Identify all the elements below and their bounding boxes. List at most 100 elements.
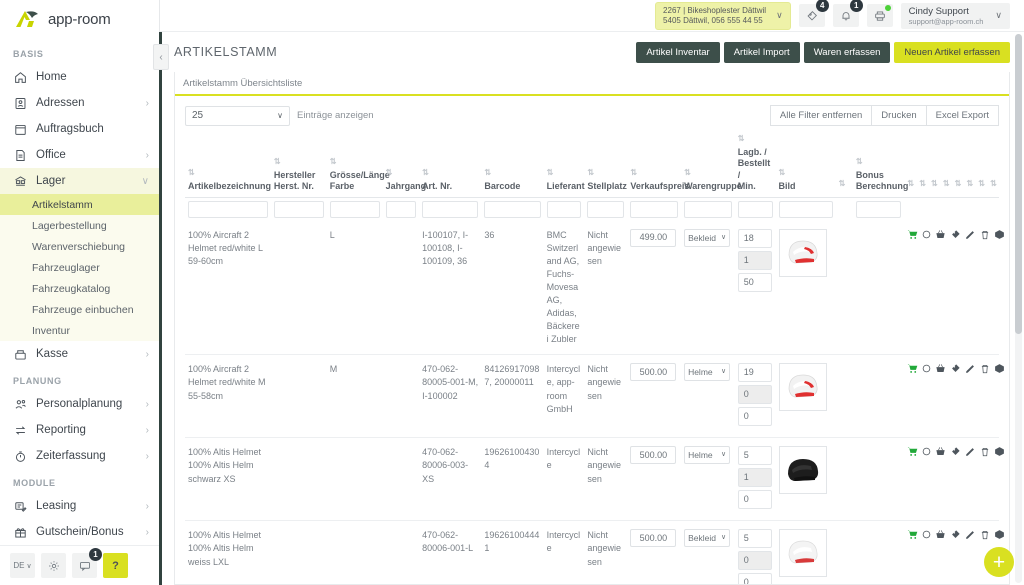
cell-lagerbestand[interactable]: 5 0 0 [735,521,776,584]
sort-icon[interactable]: ⇅ [779,168,833,178]
sidebar-item-reporting[interactable]: Reporting › [0,417,159,443]
filter-input-stellplatz[interactable] [587,201,624,218]
sort-icon[interactable]: ⇅ [630,168,678,178]
cell-verkaufspreis[interactable]: 500.00 [627,355,681,438]
cell-verkaufspreis[interactable]: 500.00 [627,438,681,521]
col-stellplatz[interactable]: ⇅ Stellplatz [584,134,627,198]
edit-pencil-icon[interactable] [965,229,976,240]
edit-pencil-icon[interactable] [965,363,976,374]
filter-cell-bild[interactable] [776,198,836,222]
sort-icon[interactable]: ⇅ [684,168,732,178]
cell-warengruppe[interactable]: Helme ∨ [681,438,735,521]
table-scroll-area[interactable]: ⇅ Artikelbezeichnung ⇅ Hersteller Herst.… [175,134,1009,584]
table-row[interactable]: 100% Altis Helmet 100% Altis Helm schwar… [185,438,999,521]
filter-input-verkaufspreis[interactable] [630,201,678,218]
delete-trash-icon[interactable] [980,230,990,240]
cell-bild[interactable] [776,438,836,521]
lagerbestand-value[interactable]: 5 [738,529,772,548]
sidebar-item-warenverschiebung[interactable]: Warenverschiebung [0,236,159,257]
sidebar-item-lager[interactable]: Lager ∨ [0,168,159,194]
col-bild[interactable]: ⇅ Bild [776,134,836,198]
artikel-inventar-button[interactable]: Artikel Inventar [636,42,719,63]
cell-bild[interactable] [776,221,836,355]
sidebar-item-fahrzeuglager[interactable]: Fahrzeuglager [0,257,159,278]
notifications-button[interactable]: 1 [833,4,859,27]
filter-cell-groesse[interactable] [327,198,383,222]
preis-input[interactable]: 500.00 [630,446,676,464]
col-lieferant[interactable]: ⇅ Lieferant [544,134,585,198]
warengruppe-select[interactable]: Bekleid ∨ [684,229,730,247]
language-switcher[interactable]: DE ∨ [10,553,35,578]
col-jahrgang[interactable]: ⇅ Jahrgang [383,134,420,198]
col-hersteller[interactable]: ⇅ Hersteller Herst. Nr. [271,134,327,198]
sort-icon[interactable]: ⇅ [188,168,268,178]
col-blank-3[interactable]: ⇅ [916,134,928,198]
cell-lagerbestand[interactable]: 5 1 0 [735,438,776,521]
excel-export-button[interactable]: Excel Export [926,105,999,126]
box-icon[interactable] [994,229,1005,240]
cell-verkaufspreis[interactable]: 499.00 [627,221,681,355]
cart-icon[interactable] [907,229,918,240]
tag-icon[interactable] [950,529,961,540]
delete-trash-icon[interactable] [980,364,990,374]
printer-button[interactable] [867,4,893,27]
basket-icon[interactable] [935,229,946,240]
artikel-thumbnail[interactable] [779,363,827,411]
min-value[interactable]: 0 [738,573,772,584]
cart-icon[interactable] [907,446,918,457]
filter-input-bonus[interactable] [856,201,902,218]
bestellt-value[interactable]: 0 [738,551,772,570]
sidebar-item-leasing[interactable]: Leasing › [0,493,159,519]
box-icon[interactable] [994,363,1005,374]
bestellt-value[interactable]: 1 [738,468,772,487]
print-button[interactable]: Drucken [871,105,926,126]
filter-input-lagerbestand[interactable] [738,201,773,218]
sidebar-item-personalplanung[interactable]: Personalplanung › [0,391,159,417]
circle-icon[interactable] [922,530,931,539]
filter-input-hersteller[interactable] [274,201,324,218]
cart-icon[interactable] [907,363,918,374]
filter-input-artnr[interactable] [422,201,478,218]
sidebar-item-inventur[interactable]: Inventur [0,320,159,341]
col-blank-9[interactable]: ⇅ [987,134,999,198]
sort-icon[interactable]: ⇅ [330,157,380,167]
sidebar-item-lagerbestellung[interactable]: Lagerbestellung [0,215,159,236]
warengruppe-select[interactable]: Helme ∨ [684,363,730,381]
delete-trash-icon[interactable] [980,530,990,540]
scrollbar-thumb[interactable] [1015,34,1022,334]
add-button-fab[interactable]: + [984,547,1014,577]
sort-icon[interactable]: ⇅ [919,179,925,189]
filter-cell-artikelbezeichnung[interactable] [185,198,271,222]
sidebar-item-office[interactable]: Office › [0,142,159,168]
filter-cell-jahrgang[interactable] [383,198,420,222]
cart-icon[interactable] [907,529,918,540]
sort-icon[interactable]: ⇅ [990,179,996,189]
sort-icon[interactable]: ⇅ [738,134,773,144]
filter-input-bild[interactable] [779,201,833,218]
filter-input-barcode[interactable] [484,201,540,218]
table-row[interactable]: 100% Altis Helmet 100% Altis Helm weiss … [185,521,999,584]
col-lagerbestand[interactable]: ⇅ Lagb. / Bestellt / Min. [735,134,776,198]
bestellt-value[interactable]: 1 [738,251,772,270]
user-menu[interactable]: Cindy Support support@app-room.ch ∨ [901,3,1010,29]
filter-input-groesse[interactable] [330,201,380,218]
branch-selector[interactable]: 2267 | Bikeshoplester Dättwil 5405 Dättw… [655,2,791,30]
circle-icon[interactable] [922,230,931,239]
messages-button[interactable]: 1 [72,553,97,578]
sidebar-item-home[interactable]: Home [0,64,159,90]
cell-bild[interactable] [776,521,836,584]
min-value[interactable]: 50 [738,273,772,292]
col-verkaufspreis[interactable]: ⇅ Verkaufspreis [627,134,681,198]
filter-cell-warengruppe[interactable] [681,198,735,222]
box-icon[interactable] [994,529,1005,540]
circle-icon[interactable] [922,447,931,456]
help-button[interactable]: ? [103,553,128,578]
filter-cell-lieferant[interactable] [544,198,585,222]
sort-icon[interactable]: ⇅ [587,168,624,178]
sidebar-item-adressen[interactable]: Adressen › [0,90,159,116]
tag-icon[interactable] [950,363,961,374]
sort-icon[interactable]: ⇅ [856,157,902,167]
waren-erfassen-button[interactable]: Waren erfassen [804,42,891,63]
filter-input-artikelbezeichnung[interactable] [188,201,268,218]
warengruppe-select[interactable]: Bekleid ∨ [684,529,730,547]
